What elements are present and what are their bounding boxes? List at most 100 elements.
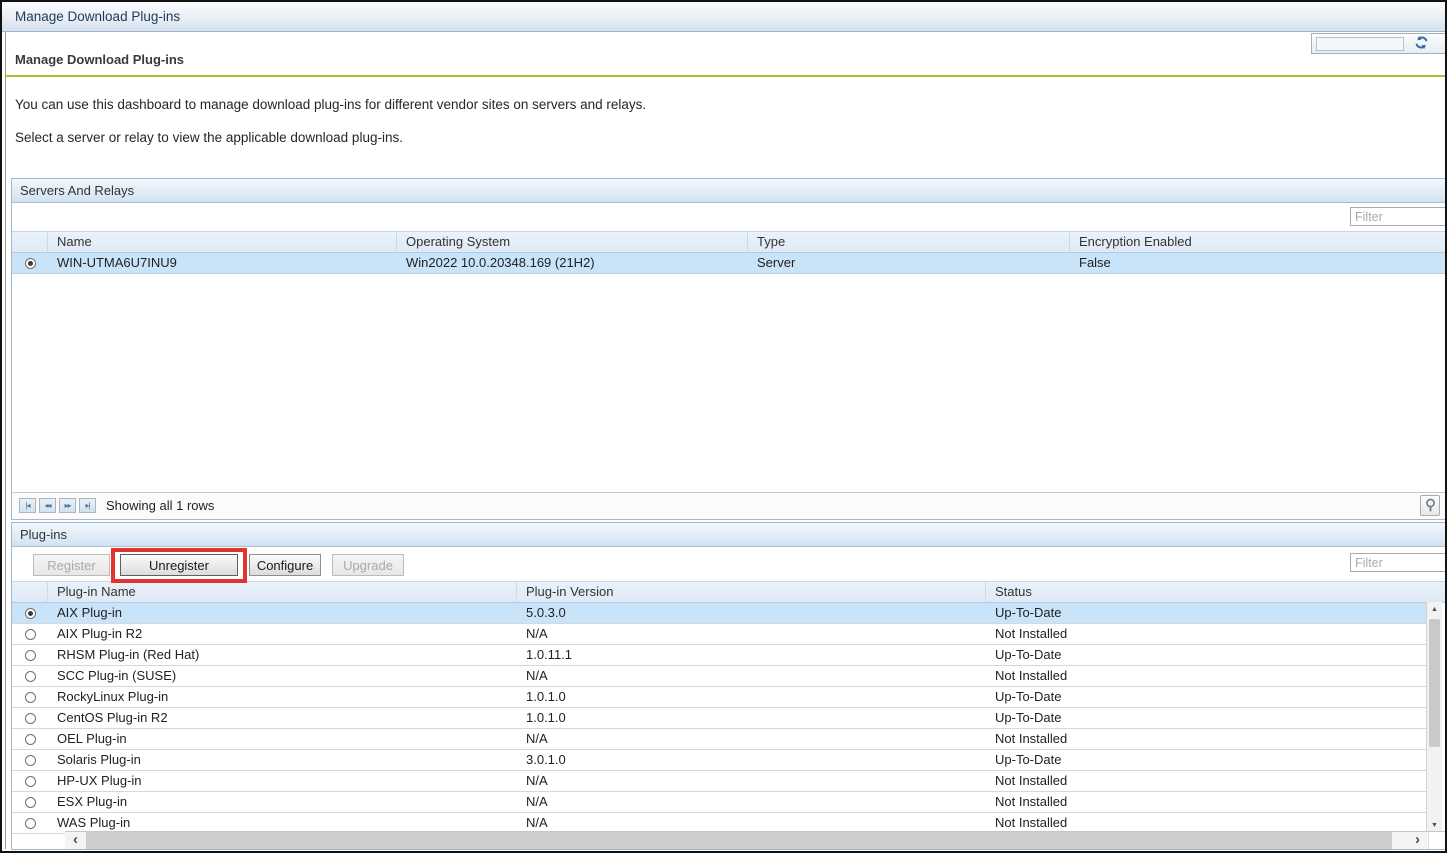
plugin-row[interactable]: Solaris Plug-in 3.0.1.0 Up-To-Date xyxy=(12,750,1427,771)
plugin-radio-cell xyxy=(12,603,48,623)
servers-filter-input[interactable] xyxy=(1350,207,1447,226)
pager-first-button[interactable]: |◂ xyxy=(19,498,36,513)
plugin-status-cell: Not Installed xyxy=(986,813,1427,833)
upgrade-button[interactable]: Upgrade xyxy=(332,554,404,576)
plugin-name-cell: RHSM Plug-in (Red Hat) xyxy=(48,645,517,665)
servers-col-encryption[interactable]: Encryption Enabled xyxy=(1070,232,1446,252)
server-name-cell: WIN-UTMA6U7INU9 xyxy=(48,253,397,273)
plugin-row[interactable]: AIX Plug-in 5.0.3.0 Up-To-Date xyxy=(12,603,1427,624)
plugin-row[interactable]: CentOS Plug-in R2 1.0.1.0 Up-To-Date xyxy=(12,708,1427,729)
window-title-bar: Manage Download Plug-ins xyxy=(2,2,1445,32)
plugin-status-cell: Up-To-Date xyxy=(986,687,1427,707)
plugin-name-cell: AIX Plug-in xyxy=(48,603,517,623)
plugin-version-cell: N/A xyxy=(517,666,986,686)
server-row-radio[interactable] xyxy=(25,258,36,269)
plugins-header-radio-col xyxy=(12,582,48,602)
pagination-status: Showing all 1 rows xyxy=(106,493,214,518)
configure-button[interactable]: Configure xyxy=(249,554,321,576)
scroll-up-icon[interactable]: ▲ xyxy=(1427,602,1442,618)
plugins-col-name[interactable]: Plug-in Name xyxy=(48,582,517,602)
plugin-radio-cell xyxy=(12,666,48,686)
scroll-left-icon[interactable]: ‹ xyxy=(65,832,86,849)
plugins-toolbar: Register Unregister Configure Upgrade xyxy=(12,547,1446,581)
plugin-name-cell: AIX Plug-in R2 xyxy=(48,624,517,644)
plugin-version-cell: 3.0.1.0 xyxy=(517,750,986,770)
plugins-filter-input[interactable] xyxy=(1350,553,1447,572)
refresh-toolbar xyxy=(1311,33,1447,54)
plugin-row-radio[interactable] xyxy=(25,755,36,766)
horizontal-scroll-thumb[interactable] xyxy=(86,832,1392,849)
plugin-row[interactable]: RHSM Plug-in (Red Hat) 1.0.11.1 Up-To-Da… xyxy=(12,645,1427,666)
plugin-name-cell: CentOS Plug-in R2 xyxy=(48,708,517,728)
plugin-row[interactable]: SCC Plug-in (SUSE) N/A Not Installed xyxy=(12,666,1427,687)
plugin-row[interactable]: AIX Plug-in R2 N/A Not Installed xyxy=(12,624,1427,645)
plugin-version-cell: N/A xyxy=(517,624,986,644)
plugin-radio-cell xyxy=(12,624,48,644)
plugin-name-cell: SCC Plug-in (SUSE) xyxy=(48,666,517,686)
plugin-row-radio[interactable] xyxy=(25,797,36,808)
plugin-row-radio[interactable] xyxy=(25,818,36,829)
page-title: Manage Download Plug-ins xyxy=(15,52,184,67)
plugins-panel: Plug-ins Register Unregister Configure U… xyxy=(11,522,1447,850)
column-settings-button[interactable] xyxy=(1420,495,1440,516)
pager-next-button[interactable]: ▸▸ xyxy=(59,498,76,513)
servers-col-os[interactable]: Operating System xyxy=(397,232,748,252)
plugin-row-radio[interactable] xyxy=(25,776,36,787)
plugin-status-cell: Not Installed xyxy=(986,792,1427,812)
plugin-status-cell: Up-To-Date xyxy=(986,603,1427,623)
plugins-table-body: AIX Plug-in 5.0.3.0 Up-To-Date AIX Plug-… xyxy=(12,603,1427,834)
pager-last-button[interactable]: ▸| xyxy=(79,498,96,513)
plugin-row-radio[interactable] xyxy=(25,734,36,745)
content-left-border xyxy=(5,32,6,849)
plugin-row[interactable]: ESX Plug-in N/A Not Installed xyxy=(12,792,1427,813)
plugin-status-cell: Not Installed xyxy=(986,771,1427,791)
plugin-row-radio[interactable] xyxy=(25,650,36,661)
servers-table-header: Name Operating System Type Encryption En… xyxy=(12,231,1446,253)
servers-pagination-bar: |◂ ◂◂ ▸▸ ▸| Showing all 1 rows xyxy=(12,492,1446,519)
plugin-status-cell: Up-To-Date xyxy=(986,645,1427,665)
plugin-row-radio[interactable] xyxy=(25,713,36,724)
plugin-radio-cell xyxy=(12,792,48,812)
unregister-button[interactable]: Unregister xyxy=(120,554,238,576)
plugin-radio-cell xyxy=(12,687,48,707)
register-button[interactable]: Register xyxy=(33,554,110,576)
plugin-row-radio[interactable] xyxy=(25,629,36,640)
refresh-toolbar-slot xyxy=(1316,37,1404,51)
plugins-col-version[interactable]: Plug-in Version xyxy=(517,582,986,602)
plugin-radio-cell xyxy=(12,750,48,770)
servers-panel: Servers And Relays Name Operating System… xyxy=(11,178,1447,520)
plugin-name-cell: Solaris Plug-in xyxy=(48,750,517,770)
scroll-right-icon[interactable]: › xyxy=(1407,832,1428,849)
horizontal-scroll-track[interactable] xyxy=(1392,832,1407,849)
plugin-row-radio[interactable] xyxy=(25,692,36,703)
window-title: Manage Download Plug-ins xyxy=(15,2,180,31)
plugins-vertical-scrollbar[interactable]: ▲ ▼ xyxy=(1426,602,1442,834)
plugin-version-cell: 5.0.3.0 xyxy=(517,603,986,623)
refresh-button[interactable] xyxy=(1410,35,1432,52)
refresh-icon xyxy=(1414,35,1429,50)
pager-prev-button[interactable]: ◂◂ xyxy=(39,498,56,513)
plugin-row[interactable]: OEL Plug-in N/A Not Installed xyxy=(12,729,1427,750)
scrollbar-corner xyxy=(1428,832,1446,849)
plugin-status-cell: Up-To-Date xyxy=(986,708,1427,728)
servers-toolbar xyxy=(12,203,1446,231)
plugin-row[interactable]: RockyLinux Plug-in 1.0.1.0 Up-To-Date xyxy=(12,687,1427,708)
plugin-row[interactable]: HP-UX Plug-in N/A Not Installed xyxy=(12,771,1427,792)
server-os-cell: Win2022 10.0.20348.169 (21H2) xyxy=(397,253,748,273)
plugin-name-cell: ESX Plug-in xyxy=(48,792,517,812)
plugin-name-cell: WAS Plug-in xyxy=(48,813,517,833)
plugin-row-radio[interactable] xyxy=(25,671,36,682)
vertical-scroll-thumb[interactable] xyxy=(1429,619,1440,747)
plugin-version-cell: N/A xyxy=(517,771,986,791)
servers-col-name[interactable]: Name xyxy=(48,232,397,252)
plugin-row-radio[interactable] xyxy=(25,608,36,619)
plugins-col-status[interactable]: Status xyxy=(986,582,1446,602)
plugins-table-header: Plug-in Name Plug-in Version Status xyxy=(12,581,1446,603)
plugin-radio-cell xyxy=(12,813,48,833)
servers-col-type[interactable]: Type xyxy=(748,232,1070,252)
plugins-horizontal-scrollbar[interactable]: ‹ › xyxy=(65,831,1446,849)
plugin-name-cell: OEL Plug-in xyxy=(48,729,517,749)
intro-text: You can use this dashboard to manage dow… xyxy=(15,97,646,112)
server-row[interactable]: WIN-UTMA6U7INU9 Win2022 10.0.20348.169 (… xyxy=(12,253,1446,274)
plugin-radio-cell xyxy=(12,645,48,665)
